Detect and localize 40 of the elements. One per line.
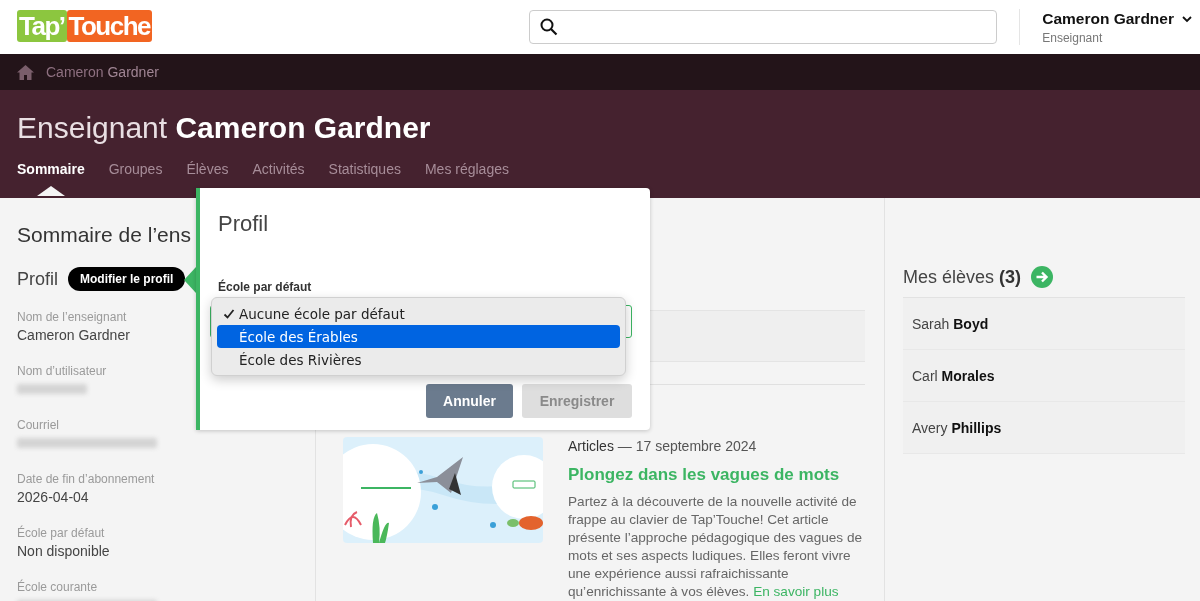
user-role: Enseignant bbox=[1042, 30, 1104, 45]
nav-tab[interactable]: Mes réglages bbox=[424, 161, 509, 196]
nav-tab[interactable]: Groupes bbox=[108, 161, 163, 196]
students-heading: Mes élèves (3) bbox=[903, 266, 1022, 288]
user-name[interactable]: Cameron Gardner bbox=[1042, 9, 1174, 28]
search-field[interactable] bbox=[529, 10, 998, 44]
student-row[interactable]: Carl Morales bbox=[903, 350, 1185, 402]
profile-heading: Profil bbox=[17, 268, 58, 290]
breadcrumb-link[interactable]: Cameron Gardner bbox=[46, 64, 159, 80]
student-row[interactable]: Avery Phillips bbox=[903, 402, 1185, 454]
field-value: Cameron Gardner bbox=[17, 326, 130, 345]
section-title: Sommaire de l’ens bbox=[17, 222, 191, 248]
dialog-title: Profil bbox=[218, 210, 270, 238]
dropdown-option[interactable]: École des Rivières bbox=[217, 348, 620, 371]
nav-tab[interactable]: Élèves bbox=[186, 161, 229, 196]
field-label: École courante bbox=[17, 579, 98, 595]
chevron-down-icon[interactable] bbox=[1182, 14, 1192, 23]
article-meta: Articles — 17 septembre 2024 bbox=[568, 437, 758, 455]
dropdown-option[interactable]: Aucune école par défaut bbox=[217, 302, 620, 325]
field-label: École par défaut bbox=[17, 525, 105, 541]
dropdown-option[interactable]: École des Érables bbox=[217, 325, 620, 348]
field-value: Non disponible bbox=[17, 542, 110, 561]
checkmark-icon bbox=[223, 307, 235, 320]
page-title: Enseignant Cameron Gardner bbox=[17, 110, 432, 146]
cancel-button[interactable]: Annuler bbox=[426, 384, 513, 418]
field-label: Nom de l’enseignant bbox=[17, 309, 127, 325]
arrow-right-icon[interactable] bbox=[1031, 266, 1054, 288]
student-row[interactable]: Sarah Boyd bbox=[903, 298, 1185, 350]
nav-tab[interactable]: Activités bbox=[252, 161, 305, 196]
nav-tab[interactable]: Statistiques bbox=[328, 161, 401, 196]
article-summary: Partez à la découverte de la nouvelle activité de frappe au clavier de Tap’Touche! Cet article présente l’approche pédagogique des vagues de mots et ses aspects ludiques. Elles feront vivre une expérience aussi rafraichissante qu’enrichissante à vos élèves. En savoir plus bbox=[568, 493, 863, 601]
search-icon bbox=[540, 18, 559, 36]
edit-profile-button[interactable]: Modifier le profil bbox=[68, 267, 186, 291]
field-label: Nom d’utilisateur bbox=[17, 363, 107, 379]
field-label: Courriel bbox=[17, 417, 59, 433]
field-value: 2026-04-04 bbox=[17, 488, 89, 507]
nav-tab[interactable]: Sommaire bbox=[17, 161, 85, 196]
field-label: École par défaut bbox=[218, 280, 312, 294]
field-label: Date de fin d’abonnement bbox=[17, 471, 155, 487]
home-icon[interactable] bbox=[17, 64, 34, 80]
